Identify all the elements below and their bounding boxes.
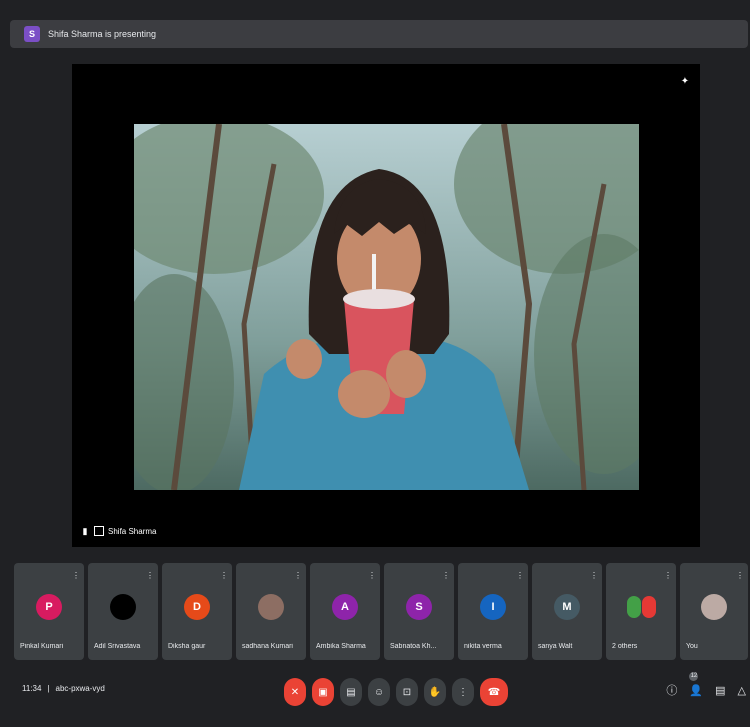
meeting-info: 11:34 | abc-pxwa-vyd: [22, 684, 105, 693]
participant-avatar: P: [36, 594, 62, 620]
mic-off-button[interactable]: ✕: [284, 678, 306, 706]
main-stage[interactable]: ✦ ▮ Shifa Sharma: [72, 64, 700, 547]
present-icon: ⊡: [402, 686, 412, 698]
tile-more-icon[interactable]: ⋮: [368, 571, 376, 581]
tile-more-icon[interactable]: ⋮: [72, 571, 80, 581]
presenter-name: Shifa Sharma: [108, 526, 157, 536]
participant-tile[interactable]: ⋮ You: [680, 563, 748, 660]
participant-avatar: A: [332, 594, 358, 620]
people-button[interactable]: 12 👤: [689, 671, 704, 697]
participant-tile[interactable]: ⋮ 2 others: [606, 563, 676, 660]
participant-name: You: [686, 643, 698, 650]
participant-name: 2 others: [612, 643, 638, 650]
mic-icon: ▮: [82, 525, 88, 536]
participant-avatar: D: [184, 594, 210, 620]
participant-avatar: [701, 594, 727, 620]
participant-name: nikita verma: [464, 643, 502, 650]
meeting-time: 11:34: [22, 684, 42, 693]
participant-avatar: I: [480, 594, 506, 620]
meeting-code: abc-pxwa-vyd: [55, 684, 105, 693]
participant-tile[interactable]: ⋮ Adil Srivastava: [88, 563, 158, 660]
phone-hangup-icon: ☎: [487, 686, 501, 698]
present-screen-icon: [94, 525, 104, 537]
tile-more-icon[interactable]: ⋮: [664, 571, 672, 581]
info-icon[interactable]: ⓘ: [666, 682, 677, 698]
more-options-button[interactable]: ⋮: [452, 678, 474, 706]
participant-tile[interactable]: ⋮ P Pinkal Kumari: [14, 563, 84, 660]
emoji-icon: ☺: [373, 686, 385, 698]
present-button[interactable]: ⊡: [396, 678, 418, 706]
presenting-banner: S Shifa Sharma is presenting: [10, 20, 748, 48]
others-avatars: [626, 596, 656, 618]
captions-button[interactable]: ▤: [340, 678, 362, 706]
presenting-text: Shifa Sharma is presenting: [48, 29, 157, 39]
people-icon: 👤: [689, 684, 704, 697]
participant-name: Adil Srivastava: [94, 643, 141, 650]
video-frame: [134, 124, 639, 490]
participant-name: Diksha gaur: [168, 643, 206, 650]
participant-tile[interactable]: ⋮ Msanya Walt: [532, 563, 602, 660]
tile-more-icon[interactable]: ⋮: [220, 571, 228, 581]
bottom-bar: 11:34 | abc-pxwa-vyd ✕ ▣ ▤ ☺ ⊡ ✋ ⋮ ☎ ⓘ 12 👤 ▤ △: [0, 668, 750, 727]
participant-tile[interactable]: ⋮ S Sabnatoa Kh...: [384, 563, 454, 660]
participant-strip: ⋮ P Pinkal Kumari ⋮ Adil Srivastava ⋮ D Diksha …: [14, 563, 748, 661]
participant-avatar: [258, 594, 284, 620]
participant-avatar: M: [554, 594, 580, 620]
tile-more-icon[interactable]: ⋮: [146, 571, 154, 581]
emoji-button[interactable]: ☺: [368, 678, 390, 706]
meeting-separator: |: [47, 684, 50, 693]
participant-tile[interactable]: ⋮ D Diksha gaur: [162, 563, 232, 660]
captions-icon: ▤: [346, 686, 356, 698]
call-controls: ✕ ▣ ▤ ☺ ⊡ ✋ ⋮ ☎: [284, 678, 508, 706]
hand-icon: ✋: [428, 686, 442, 698]
tile-more-icon[interactable]: ⋮: [442, 571, 450, 581]
tile-more-icon[interactable]: ⋮: [736, 571, 744, 581]
camera-off-icon: ▣: [318, 686, 328, 698]
leave-call-button[interactable]: ☎: [480, 678, 508, 706]
participant-name: Ambika Sharma: [316, 643, 366, 650]
participant-name: sadhana Kumari: [242, 643, 293, 650]
shared-video: [134, 124, 639, 490]
participant-name: Sabnatoa Kh...: [390, 643, 437, 650]
participant-avatar: S: [406, 594, 432, 620]
mic-off-icon: ✕: [290, 686, 300, 698]
activities-icon[interactable]: △: [738, 684, 746, 697]
presenter-label: ▮ Shifa Sharma: [80, 525, 156, 537]
tile-more-icon[interactable]: ⋮: [590, 571, 598, 581]
participant-tile[interactable]: ⋮ Inikita verma: [458, 563, 528, 660]
pin-icon[interactable]: ✦: [680, 76, 690, 88]
tile-more-icon[interactable]: ⋮: [516, 571, 524, 581]
tile-more-icon[interactable]: ⋮: [294, 571, 302, 581]
meet-app: S Shifa Sharma is presenting ✦ ▮ Shifa S…: [0, 0, 750, 727]
raise-hand-button[interactable]: ✋: [424, 678, 446, 706]
camera-off-button[interactable]: ▣: [312, 678, 334, 706]
presenter-avatar: S: [24, 26, 40, 42]
participant-tile[interactable]: ⋮ sadhana Kumari: [236, 563, 306, 660]
participant-name: Pinkal Kumari: [20, 643, 64, 650]
participant-tile[interactable]: ⋮ A Ambika Sharma: [310, 563, 380, 660]
side-controls: ⓘ 12 👤 ▤ △: [666, 671, 746, 698]
people-count-badge: 12: [689, 671, 699, 681]
chat-icon[interactable]: ▤: [715, 684, 725, 697]
participant-avatar: [110, 594, 136, 620]
more-vert-icon: ⋮: [458, 686, 468, 698]
participant-name: sanya Walt: [538, 643, 573, 650]
